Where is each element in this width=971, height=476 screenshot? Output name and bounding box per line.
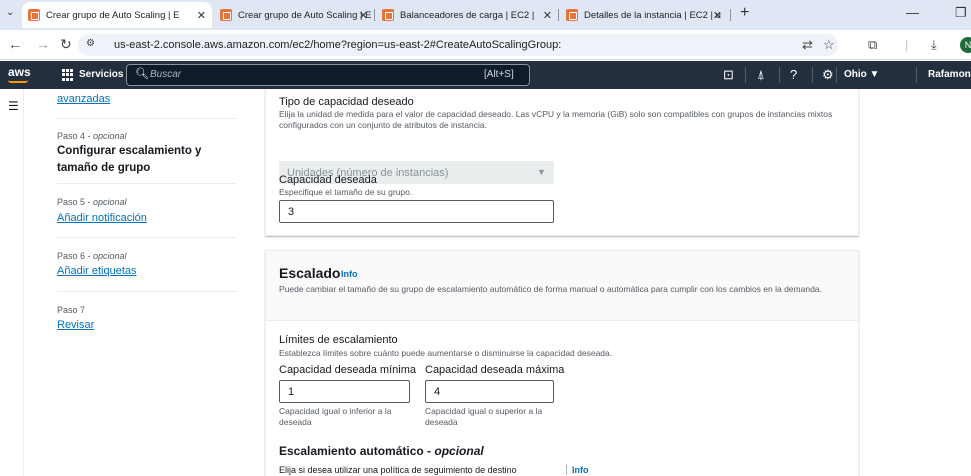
tab-title: Crear grupo de Auto Scaling | E — [238, 9, 372, 21]
forward-arrow-icon[interactable]: → — [36, 36, 50, 52]
nav-separator — [836, 67, 837, 83]
max-capacity-hint: Capacidad igual o superior a la deseada — [425, 406, 543, 427]
side-navigation-rail — [0, 89, 24, 476]
min-capacity-input[interactable] — [279, 380, 410, 403]
search-input[interactable] — [126, 64, 530, 86]
auto-scaling-description: Elija si desea utilizar una política de … — [279, 465, 517, 475]
nav-separator — [916, 67, 917, 83]
auto-scaling-title: Escalamiento automático - opcional — [279, 444, 484, 458]
scaling-description: Puede cambiar el tamaño de su grupo de e… — [279, 284, 822, 294]
profile-avatar[interactable]: N — [960, 37, 971, 53]
search-shortcut-hint: [Alt+S] — [484, 69, 514, 80]
close-tab-icon[interactable]: ✕ — [359, 9, 368, 22]
help-icon[interactable]: ? — [790, 67, 797, 82]
nav-separator — [812, 67, 813, 83]
desired-capacity-input[interactable] — [279, 200, 554, 223]
aws-favicon-icon — [566, 9, 578, 21]
min-capacity-hint: Capacidad igual o inferior a la deseada — [279, 406, 392, 427]
capacity-type-label: Tipo de capacidad deseado — [279, 96, 414, 108]
tab-separator — [558, 9, 559, 21]
min-capacity-label: Capacidad deseada mínima — [279, 364, 416, 376]
bookmark-star-icon[interactable]: ☆ — [823, 37, 835, 53]
aws-logo[interactable]: aws — [8, 65, 31, 79]
translate-icon[interactable]: ⇄ — [802, 37, 813, 53]
nav-separator — [745, 67, 746, 83]
aws-favicon-icon — [220, 9, 232, 21]
step-divider — [57, 183, 237, 184]
extensions-puzzle-icon[interactable]: ⧉ — [868, 37, 877, 53]
scaling-limits-label: Límites de escalamiento — [279, 334, 398, 346]
browser-tab-strip: ⌄ Crear grupo de Auto Scaling | E ✕ Crea… — [0, 0, 971, 30]
tab-title: Balanceadores de carga | EC2 | — [400, 9, 535, 21]
services-grid-icon[interactable] — [62, 69, 74, 81]
close-tab-icon[interactable]: ✕ — [543, 9, 552, 22]
aws-favicon-icon — [382, 9, 394, 21]
site-info-icon[interactable]: ⚙ — [86, 38, 100, 51]
toolbar-separator: | — [905, 37, 909, 52]
tab-search-chevron-icon[interactable]: ⌄ — [6, 7, 14, 18]
caret-down-icon: ▼ — [537, 167, 546, 177]
menu-hamburger-icon[interactable]: ☰ — [8, 99, 19, 113]
download-icon[interactable]: ⤓ — [931, 37, 937, 53]
cloudshell-icon[interactable]: ⊡ — [723, 67, 734, 83]
browser-tab-3[interactable]: Balanceadores de carga | EC2 | ✕ — [376, 2, 558, 28]
url-text[interactable]: us-east-2.console.aws.amazon.com/ec2/hom… — [114, 39, 561, 51]
step-3-link-tail[interactable]: avanzadas — [57, 93, 110, 105]
step-4-current: Configurar escalamiento y tamaño de grup… — [57, 145, 202, 174]
step-divider — [57, 291, 237, 292]
close-tab-icon[interactable]: ✕ — [197, 9, 206, 22]
browser-address-row: ← → ↻ ⚙ us-east-2.console.aws.amazon.com… — [0, 30, 971, 60]
back-arrow-icon[interactable]: ← — [8, 36, 22, 52]
desired-capacity-label: Capacidad deseada — [279, 174, 377, 186]
services-menu[interactable]: Servicios — [79, 69, 123, 80]
step-7-number: Paso 7 — [57, 305, 86, 315]
minimize-window-icon[interactable]: — — [906, 5, 919, 20]
browser-tab-1[interactable]: Crear grupo de Auto Scaling | E ✕ — [22, 2, 212, 28]
step-5-number: Paso 5 - opcional — [57, 197, 127, 207]
notifications-bell-icon[interactable]: ⍋ — [757, 67, 765, 83]
region-selector[interactable]: Ohio ▼ — [844, 69, 879, 80]
scaling-limits-description: Establezca límites sobre cuánto puede au… — [279, 348, 613, 358]
auto-scaling-info-link[interactable]: Info — [572, 465, 589, 475]
close-tab-icon[interactable]: ✕ — [713, 9, 722, 22]
step-6-number: Paso 6 - opcional — [57, 251, 127, 261]
max-capacity-input[interactable] — [425, 380, 554, 403]
aws-logo-smile — [8, 80, 28, 83]
step-divider — [57, 237, 237, 238]
aws-top-nav: aws Servicios 🔍︎ Buscar [Alt+S] ⊡ ⍋ ? ⚙ … — [0, 61, 971, 89]
tab-separator — [730, 9, 731, 21]
restore-window-icon[interactable]: ❐ — [955, 5, 967, 21]
step-5-link[interactable]: Añadir notificación — [57, 212, 147, 224]
scaling-info-link[interactable]: Info — [341, 269, 358, 279]
capacity-type-description: Elija la unidad de medida para el valor … — [279, 109, 833, 130]
step-7-link[interactable]: Revisar — [57, 319, 94, 331]
scaling-title: Escalado — [279, 265, 341, 281]
aws-favicon-icon — [28, 9, 40, 21]
max-capacity-label: Capacidad deseada máxima — [425, 364, 565, 376]
step-4-number: Paso 4 - opcional — [57, 131, 127, 141]
tab-separator — [374, 9, 375, 21]
step-divider — [57, 118, 237, 119]
reload-icon[interactable]: ↻ — [60, 36, 72, 53]
browser-tab-2[interactable]: Crear grupo de Auto Scaling | E ✕ — [214, 2, 374, 28]
account-menu[interactable]: Rafamonte — [928, 69, 971, 80]
info-separator — [566, 465, 567, 475]
settings-gear-icon[interactable]: ⚙ — [822, 67, 834, 83]
browser-tab-4[interactable]: Detalles de la instancia | EC2 | u ✕ — [560, 2, 728, 28]
tab-title: Detalles de la instancia | EC2 | u — [584, 9, 721, 21]
tab-title: Crear grupo de Auto Scaling | E — [46, 9, 180, 21]
nav-separator — [779, 67, 780, 83]
search-icon: 🔍︎ — [135, 68, 149, 80]
search-placeholder: Buscar — [150, 69, 182, 80]
desired-capacity-description: Especifique el tamaño de su grupo. — [279, 187, 413, 197]
new-tab-plus-icon[interactable]: + — [740, 4, 749, 22]
step-6-link[interactable]: Añadir etiquetas — [57, 265, 137, 277]
scaling-header-divider — [265, 320, 859, 321]
